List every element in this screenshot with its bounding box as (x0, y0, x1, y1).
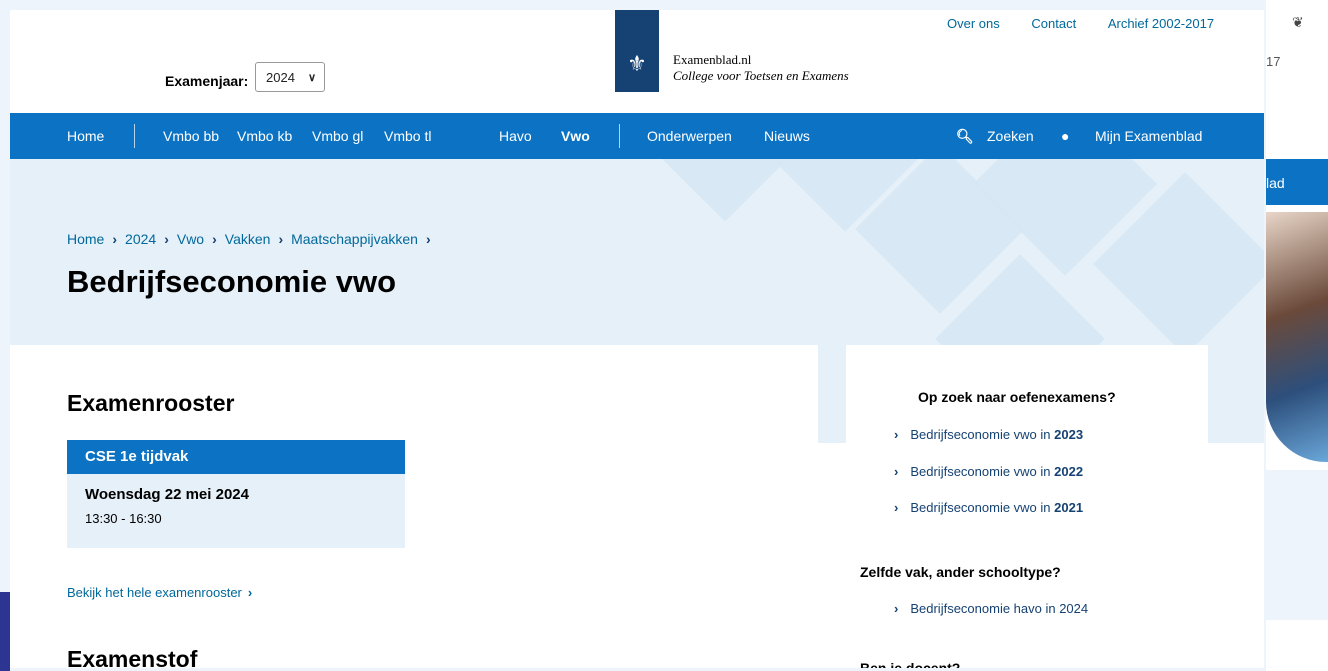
year-value: 2024 (266, 70, 295, 85)
logo-text[interactable]: Examenblad.nl College voor Toetsen en Ex… (673, 52, 849, 84)
top-link-over-ons[interactable]: Over ons (947, 16, 1000, 31)
chevron-right-icon: › (278, 231, 284, 247)
schedule-period: CSE 1e tijdvak (67, 440, 405, 474)
nav-item-havo[interactable]: Havo (499, 128, 532, 144)
schedule-date: Woensdag 22 mei 2024 (85, 486, 249, 503)
practice-link-year: 2021 (1054, 500, 1084, 515)
background-nav-bar: lad (1266, 159, 1328, 205)
background-text: 17 (1266, 54, 1281, 69)
practice-link-2021[interactable]: › Bedrijfseconomie vwo in 2021 (894, 500, 1083, 515)
chevron-right-icon: › (425, 231, 431, 247)
other-school-label: Bedrijfseconomie havo in 2024 (910, 601, 1089, 616)
chevron-right-icon: › (894, 601, 899, 616)
background-nav-text: lad (1266, 175, 1285, 191)
breadcrumb-year[interactable]: 2024 (125, 231, 156, 247)
hero-banner (10, 159, 1264, 345)
schedule-card: Woensdag 22 mei 2024 13:30 - 16:30 (67, 474, 405, 548)
nav-item-vwo[interactable]: Vwo (561, 128, 590, 144)
other-school-heading: Zelfde vak, ander schooltype? (860, 564, 1061, 580)
nav-item-vmbo-kb[interactable]: Vmbo kb (237, 128, 292, 144)
examenstof-heading: Examenstof (67, 646, 198, 668)
nav-item-vmbo-gl[interactable]: Vmbo gl (312, 128, 363, 144)
top-link-archief[interactable]: Archief 2002-2017 (1108, 16, 1214, 31)
nav-item-home[interactable]: Home (67, 128, 104, 144)
full-schedule-link[interactable]: Bekijk het hele examenrooster › (67, 585, 252, 600)
top-link-contact[interactable]: Contact (1031, 16, 1076, 31)
background-photo (1266, 212, 1328, 462)
breadcrumb: Home › 2024 › Vwo › Vakken › Maatschappijvakken › (67, 231, 439, 247)
full-schedule-label: Bekijk het hele examenrooster (67, 585, 242, 600)
background-page: 17 lad (1266, 0, 1328, 671)
practice-heading: Op zoek naar oefenexamens? (918, 389, 1116, 405)
breadcrumb-maatschappijvakken[interactable]: Maatschappijvakken (291, 231, 418, 247)
schedule-heading: Examenrooster (67, 390, 235, 416)
breadcrumb-vakken[interactable]: Vakken (225, 231, 271, 247)
search-link[interactable]: Zoeken (987, 128, 1034, 144)
extension-icon[interactable]: ❦ (1292, 14, 1304, 31)
search-icon[interactable]: 🔍︎ (956, 128, 974, 145)
top-links: Over ons Contact Archief 2002-2017 (919, 16, 1214, 31)
chevron-right-icon: › (894, 427, 899, 442)
chevron-right-icon: › (212, 231, 217, 247)
chevron-right-icon: › (247, 585, 253, 600)
chevron-right-icon: › (894, 464, 899, 479)
decor-diamond (647, 159, 803, 222)
chevron-right-icon: › (112, 231, 118, 247)
nav-item-vmbo-tl[interactable]: Vmbo tl (384, 128, 431, 144)
chevron-down-icon: ∨ (307, 72, 316, 84)
nav-divider (134, 124, 135, 148)
logo-subtitle: College voor Toetsen en Examens (673, 68, 849, 83)
practice-link-2022[interactable]: › Bedrijfseconomie vwo in 2022 (894, 464, 1083, 479)
desktop-strip (0, 592, 10, 671)
logo-title: Examenblad.nl (673, 52, 752, 67)
chevron-right-icon: › (164, 231, 169, 247)
user-icon[interactable]: ● (1061, 128, 1069, 144)
account-link[interactable]: Mijn Examenblad (1095, 128, 1202, 144)
year-label: Examenjaar: (165, 73, 249, 89)
practice-link-label: Bedrijfseconomie vwo in (910, 500, 1051, 515)
browser-window: Over ons Contact Archief 2002-2017 Exame… (10, 10, 1264, 668)
nav-item-vmbo-bb[interactable]: Vmbo bb (163, 128, 219, 144)
breadcrumb-vwo[interactable]: Vwo (177, 231, 204, 247)
practice-link-label: Bedrijfseconomie vwo in (910, 464, 1051, 479)
nav-divider (619, 124, 620, 148)
schedule-time: 13:30 - 16:30 (85, 511, 162, 526)
practice-link-2023[interactable]: › Bedrijfseconomie vwo in 2023 (894, 427, 1083, 442)
nav-item-onderwerpen[interactable]: Onderwerpen (647, 128, 732, 144)
teacher-heading: Ben je docent? (860, 660, 961, 668)
year-select[interactable]: 2024 ∨ (255, 62, 325, 92)
logo[interactable]: ⚜ (615, 10, 659, 92)
practice-link-year: 2022 (1054, 464, 1084, 479)
practice-link-label: Bedrijfseconomie vwo in (910, 427, 1051, 442)
nav-item-nieuws[interactable]: Nieuws (764, 128, 810, 144)
page-title: Bedrijfseconomie vwo (67, 264, 397, 299)
crest-icon: ⚜ (627, 51, 647, 76)
breadcrumb-home[interactable]: Home (67, 231, 104, 247)
chevron-right-icon: › (894, 500, 899, 515)
background-panel (1266, 470, 1328, 620)
practice-link-year: 2023 (1054, 427, 1084, 442)
other-school-link[interactable]: › Bedrijfseconomie havo in 2024 (894, 601, 1088, 616)
main-nav: Home Vmbo bb Vmbo kb Vmbo gl Vmbo tl Hav… (10, 113, 1264, 159)
